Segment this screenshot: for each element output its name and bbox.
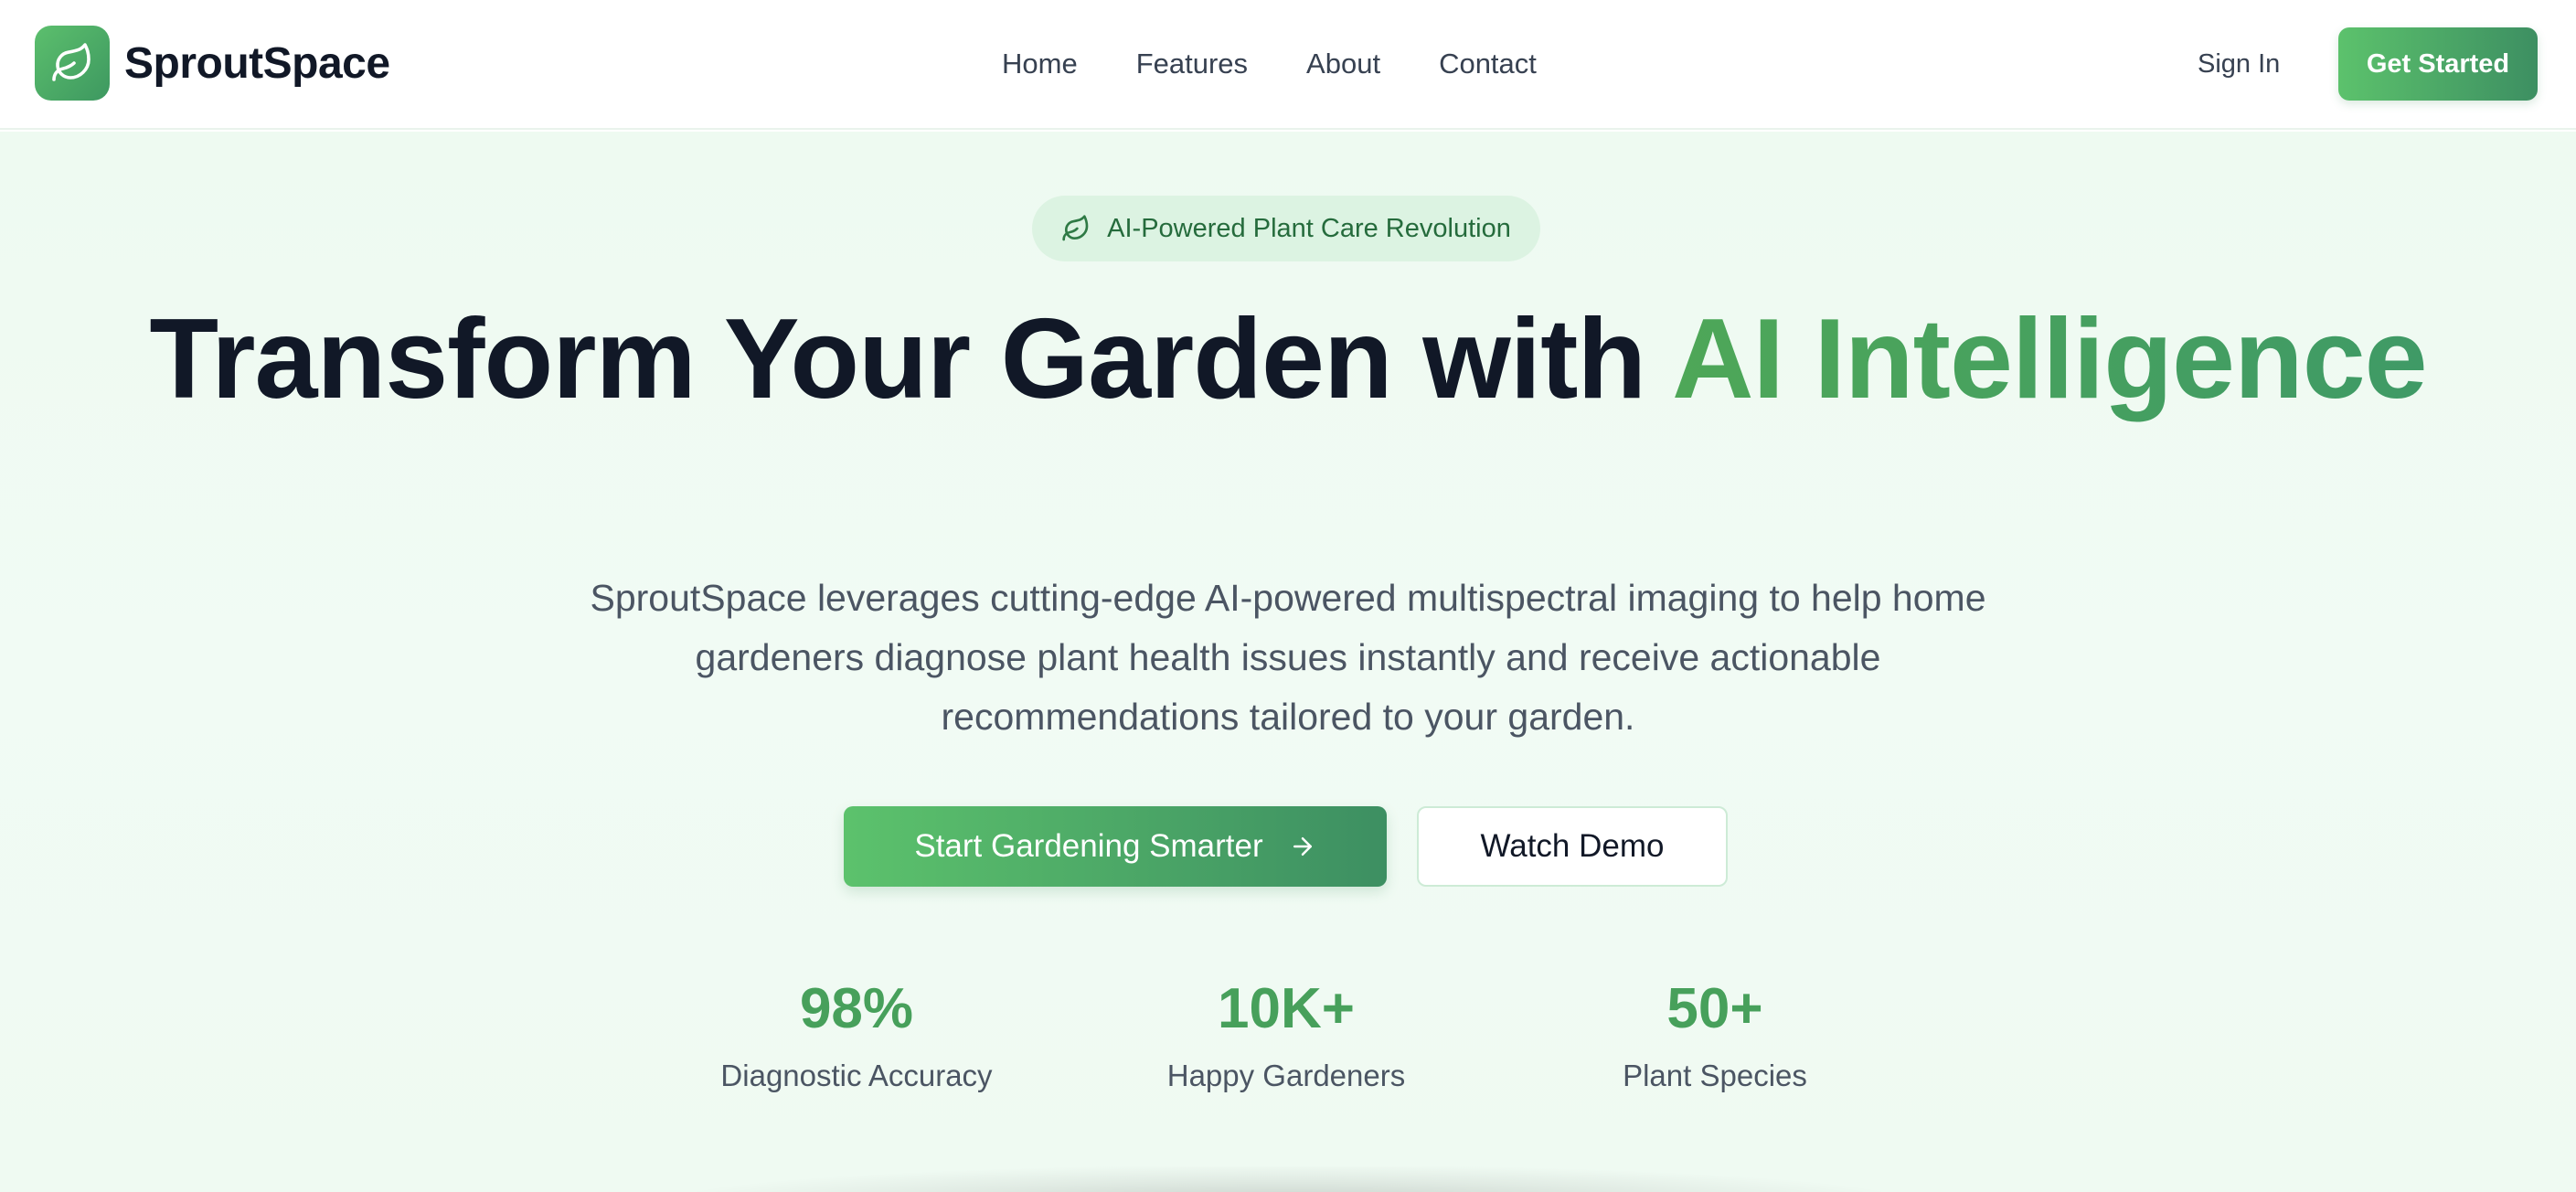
headline-accent: AI Intelligence	[1672, 296, 2428, 422]
stat-value: 50+	[1666, 977, 1763, 1040]
stat-label: Diagnostic Accuracy	[720, 1059, 993, 1092]
hero-subtext: SproutSpace leverages cutting-edge AI-po…	[590, 577, 1986, 738]
preview-card-shadow	[695, 1166, 1883, 1192]
brand-name: SproutSpace	[124, 38, 390, 88]
hero-headline: Transform Your Garden with AI Intelligen…	[0, 303, 2576, 416]
hero-badge: AI-Powered Plant Care Revolution	[1032, 196, 1540, 261]
headline-main: Transform Your Garden with	[149, 296, 1672, 422]
stat-label: Happy Gardeners	[1166, 1059, 1406, 1092]
get-started-button[interactable]: Get Started	[2338, 27, 2538, 101]
nav-item-about[interactable]: About	[1306, 40, 1380, 88]
stat-value: 98%	[799, 977, 914, 1040]
badge-text: AI-Powered Plant Care Revolution	[1107, 213, 1511, 243]
watch-demo-button[interactable]: Watch Demo	[1417, 806, 1728, 887]
nav-item-contact[interactable]: Contact	[1439, 40, 1537, 88]
hero-section: AI-Powered Plant Care Revolution Transfo…	[0, 132, 2576, 1192]
stat-plant-species: 50+ Plant Species	[1559, 973, 1870, 1099]
nav-item-features[interactable]: Features	[1136, 40, 1248, 88]
leaf-icon	[35, 26, 110, 101]
start-gardening-label: Start Gardening Smarter	[914, 828, 1263, 864]
site-header: SproutSpace Home Features About Contact …	[0, 0, 2576, 130]
stat-diagnostic-accuracy: 98% Diagnostic Accuracy	[701, 973, 1012, 1099]
stat-value: 10K+	[1218, 977, 1355, 1040]
nav-item-home[interactable]: Home	[1002, 40, 1078, 88]
brand-logo-link[interactable]: SproutSpace	[35, 26, 390, 101]
leaf-icon	[1061, 214, 1091, 243]
main-nav: Home Features About Contact	[1002, 40, 1537, 88]
stat-happy-gardeners: 10K+ Happy Gardeners	[1131, 973, 1442, 1099]
stat-label: Plant Species	[1623, 1059, 1807, 1092]
arrow-right-icon	[1289, 833, 1316, 860]
start-gardening-button[interactable]: Start Gardening Smarter	[844, 806, 1387, 887]
sign-in-link[interactable]: Sign In	[2198, 40, 2280, 88]
